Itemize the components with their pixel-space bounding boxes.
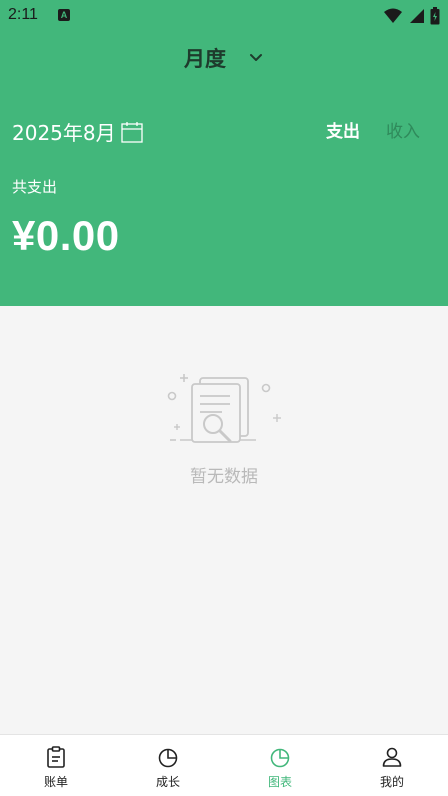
signal-icon bbox=[410, 9, 424, 23]
wifi-icon bbox=[384, 8, 402, 23]
tab-mine[interactable]: 我的 bbox=[336, 735, 448, 796]
header: 2:11 A 月度 2025年8月 支出 收入 共支出 ¥0.00 bbox=[0, 0, 448, 306]
chevron-down-icon bbox=[250, 54, 262, 61]
tab-label: 图表 bbox=[267, 775, 292, 789]
status-bar: 2:11 A bbox=[0, 0, 448, 32]
tab-label: 账单 bbox=[43, 775, 68, 789]
battery-icon bbox=[430, 7, 440, 25]
type-tabs: 支出 收入 bbox=[326, 117, 420, 142]
tab-label: 我的 bbox=[379, 775, 404, 789]
notification-icon: A bbox=[58, 9, 70, 21]
tab-growth[interactable]: 成长 bbox=[112, 735, 224, 796]
month-picker[interactable]: 2025年8月 bbox=[12, 117, 144, 146]
bottom-tab-bar: 账单 成长 图表 我的 bbox=[0, 734, 448, 796]
pie-chart-icon bbox=[158, 748, 178, 768]
tab-income[interactable]: 收入 bbox=[386, 117, 420, 142]
status-icons bbox=[384, 7, 440, 25]
tab-label: 成长 bbox=[155, 775, 180, 789]
clipboard-icon bbox=[47, 746, 65, 768]
empty-text: 暂无数据 bbox=[190, 467, 258, 487]
period-selector[interactable]: 月度 bbox=[0, 42, 448, 74]
tab-bills[interactable]: 账单 bbox=[0, 735, 112, 796]
period-label: 月度 bbox=[184, 47, 226, 71]
tab-expense[interactable]: 支出 bbox=[326, 117, 360, 142]
status-time: 2:11 bbox=[8, 6, 38, 23]
tab-charts[interactable]: 图表 bbox=[224, 735, 336, 796]
user-icon bbox=[382, 747, 402, 767]
calendar-icon bbox=[120, 121, 143, 143]
total-amount: ¥0.00 bbox=[12, 212, 120, 259]
month-text: 2025年8月 bbox=[12, 121, 116, 145]
chart-icon bbox=[270, 748, 290, 768]
total-label: 共支出 bbox=[12, 178, 58, 196]
empty-state: 暂无数据 bbox=[0, 366, 448, 487]
empty-document-search-icon bbox=[167, 374, 281, 443]
